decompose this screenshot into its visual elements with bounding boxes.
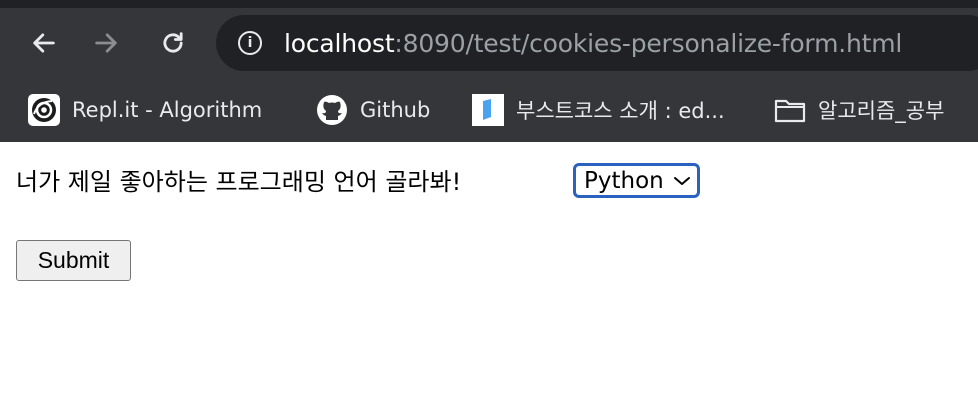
chevron-down-icon [674, 177, 690, 185]
bookmark-folder[interactable]: 알고리즘_공부 [774, 93, 944, 127]
select-value: Python [584, 167, 664, 194]
address-bar[interactable]: i localhost:8090/test/cookies-personaliz… [216, 15, 978, 71]
browser-toolbar: i localhost:8090/test/cookies-personaliz… [0, 8, 978, 78]
bookmark-replit[interactable]: Repl.it - Algorithm [28, 93, 262, 127]
replit-icon [28, 94, 60, 126]
forward-arrow-icon [95, 33, 117, 53]
back-button[interactable] [26, 25, 62, 61]
browser-chrome: i localhost:8090/test/cookies-personaliz… [0, 0, 978, 142]
bookmark-github[interactable]: Github [316, 93, 430, 127]
bookmarks-bar: Repl.it - Algorithm Github 부스트코스 소개 : ed… [0, 80, 978, 142]
url-text[interactable]: localhost:8090/test/cookies-personalize-… [284, 29, 902, 58]
folder-icon [774, 94, 806, 126]
bookmark-label: 부스트코스 소개 : ed... [516, 99, 725, 123]
bookmark-boostcourse[interactable]: 부스트코스 소개 : ed... [472, 93, 725, 127]
reload-icon [163, 32, 183, 53]
reload-button[interactable] [155, 25, 191, 61]
forward-button[interactable] [88, 25, 124, 61]
url-host: localhost [284, 28, 395, 58]
submit-button[interactable]: Submit [16, 240, 131, 281]
tab-strip [0, 0, 978, 8]
bookmark-label: Repl.it - Algorithm [72, 98, 263, 122]
bookmark-label: Github [360, 98, 431, 122]
bookmark-label: 알고리즘_공부 [818, 99, 945, 123]
boostcourse-icon [472, 94, 504, 126]
language-select[interactable]: Python [573, 163, 700, 198]
github-icon [316, 94, 348, 126]
info-icon[interactable]: i [238, 31, 262, 55]
url-path: :8090/test/cookies-personalize-form.html [394, 28, 903, 58]
back-arrow-icon [33, 33, 55, 53]
language-question-label: 너가 제일 좋아하는 프로그래밍 언어 골라봐! [16, 168, 462, 196]
